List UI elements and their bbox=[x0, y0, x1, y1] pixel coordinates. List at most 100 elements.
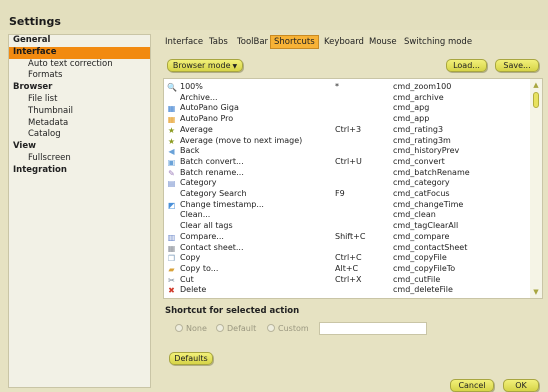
shortcut-row[interactable]: ✂ Cut Ctrl+X cmd_cutFile bbox=[164, 275, 530, 286]
ok-button[interactable]: OK bbox=[503, 379, 539, 392]
shortcut-row[interactable]: ❐ Copy Ctrl+C cmd_copyFile bbox=[164, 253, 530, 264]
sidebar-item-browser[interactable]: Browser bbox=[9, 82, 150, 94]
defaults-button[interactable]: Defaults bbox=[169, 352, 213, 365]
star-icon: ★ bbox=[167, 125, 176, 135]
compare-icon: ▥ bbox=[167, 232, 176, 242]
tab-interface[interactable]: Interface bbox=[162, 35, 206, 49]
shortcut-section-label: Shortcut for selected action bbox=[165, 306, 300, 316]
shortcut-row[interactable]: ▣ Batch convert... Ctrl+U cmd_convert bbox=[164, 157, 530, 168]
tab-tabs[interactable]: Tabs bbox=[206, 35, 231, 49]
delete-icon: ✖ bbox=[168, 286, 175, 296]
shortcut-row[interactable]: ▦ Contact sheet... cmd_contactSheet bbox=[164, 243, 530, 254]
tab-mouse[interactable]: Mouse bbox=[366, 35, 400, 49]
save-button[interactable]: Save... bbox=[495, 59, 539, 72]
action-shortcut: * bbox=[335, 82, 339, 91]
tab-shortcuts[interactable]: Shortcuts bbox=[270, 35, 319, 49]
action-command: cmd_cutFile bbox=[393, 274, 441, 284]
action-name: Back bbox=[180, 146, 200, 156]
cut-icon: ✂ bbox=[168, 275, 175, 285]
action-name: Contact sheet... bbox=[180, 242, 244, 252]
mode-select[interactable]: Browser mode ▼ bbox=[167, 59, 243, 72]
tab-toolbar[interactable]: ToolBar bbox=[234, 35, 271, 49]
title-bar: Settings bbox=[0, 0, 548, 30]
shortcut-row[interactable]: ✎ Batch rename... cmd_batchRename bbox=[164, 168, 530, 179]
sidebar-item-formats[interactable]: Formats bbox=[9, 70, 150, 82]
tab-keyboard[interactable]: Keyboard bbox=[321, 35, 367, 49]
action-name: AutoPano Giga bbox=[180, 103, 239, 113]
shortcut-row[interactable]: Clean... cmd_clean bbox=[164, 210, 530, 221]
shortcut-row[interactable]: Clear all tags cmd_tagClearAll bbox=[164, 221, 530, 232]
radio-custom[interactable]: Custom bbox=[267, 323, 309, 335]
action-command: cmd_batchRename bbox=[393, 167, 470, 177]
category-icon: ▤ bbox=[167, 179, 176, 189]
action-name: Archive... bbox=[180, 92, 218, 102]
scrollbar[interactable]: ▲ ▼ bbox=[530, 79, 542, 298]
shortcut-row[interactable]: ◩ Change timestamp... cmd_changeTime bbox=[164, 200, 530, 211]
sidebar-item-auto-text-correction[interactable]: Auto text correction bbox=[9, 59, 150, 71]
scroll-up-icon[interactable]: ▲ bbox=[530, 80, 542, 90]
action-name: Copy bbox=[180, 253, 201, 263]
window-title: Settings bbox=[9, 15, 61, 28]
shortcut-row[interactable]: ▰ Copy to... Alt+C cmd_copyFileTo bbox=[164, 264, 530, 275]
shortcuts-list[interactable]: 🔍 100% * cmd_zoom100 Archive... cmd_archive ▦ A… bbox=[163, 78, 543, 299]
action-name: Average (move to next image) bbox=[180, 135, 303, 145]
shortcut-row[interactable]: ★ Average Ctrl+3 cmd_rating3 bbox=[164, 125, 530, 136]
action-name: Clear all tags bbox=[180, 221, 233, 231]
action-command: cmd_compare bbox=[393, 231, 450, 241]
action-command: cmd_copyFileTo bbox=[393, 263, 456, 273]
action-name: Category Search bbox=[180, 189, 247, 198]
radio-none[interactable]: None bbox=[175, 323, 207, 335]
tab-switching-mode[interactable]: Switching mode bbox=[401, 35, 475, 49]
sidebar-item-file-list[interactable]: File list bbox=[9, 94, 150, 106]
action-shortcut: Ctrl+C bbox=[335, 253, 362, 263]
scroll-thumb[interactable] bbox=[533, 92, 539, 108]
chevron-down-icon: ▼ bbox=[232, 63, 238, 70]
action-command: cmd_changeTime bbox=[393, 199, 464, 209]
action-name: Category bbox=[180, 178, 217, 188]
settings-sidebar[interactable]: General Interface Auto text correction Form… bbox=[8, 34, 151, 388]
cancel-button[interactable]: Cancel bbox=[450, 379, 494, 392]
sidebar-item-integration[interactable]: Integration bbox=[9, 165, 150, 177]
action-name: Compare... bbox=[180, 231, 224, 241]
action-name: Batch convert... bbox=[180, 156, 244, 166]
shortcut-row[interactable]: ✖ Delete cmd_deleteFile bbox=[164, 285, 530, 296]
sidebar-item-interface[interactable]: Interface bbox=[9, 46, 150, 59]
timestamp-icon: ◩ bbox=[167, 200, 176, 210]
radio-circle-icon bbox=[267, 324, 275, 332]
action-shortcut: Ctrl+X bbox=[335, 274, 362, 284]
sidebar-item-metadata[interactable]: Metadata bbox=[9, 118, 150, 130]
action-name: Cut bbox=[180, 274, 194, 284]
action-command: cmd_catFocus bbox=[393, 189, 450, 198]
action-name: AutoPano Pro bbox=[180, 114, 234, 124]
shortcut-row[interactable]: ★ Average (move to next image) cmd_rating3… bbox=[164, 136, 530, 147]
shortcut-row[interactable]: ▦ AutoPano Pro cmd_app bbox=[164, 114, 530, 125]
scroll-down-icon[interactable]: ▼ bbox=[530, 287, 542, 297]
radio-custom-label: Custom bbox=[278, 324, 309, 333]
custom-shortcut-input[interactable] bbox=[319, 322, 427, 335]
radio-default-label: Default bbox=[227, 324, 257, 333]
shortcut-row[interactable]: Archive... cmd_archive bbox=[164, 93, 530, 104]
sidebar-item-thumbnail[interactable]: Thumbnail bbox=[9, 106, 150, 118]
shortcut-row[interactable]: ▤ Category cmd_category bbox=[164, 178, 530, 189]
shortcut-row[interactable]: Category Search F9 cmd_catFocus bbox=[164, 189, 530, 200]
action-command: cmd_rating3m bbox=[393, 135, 451, 145]
action-shortcut: Ctrl+U bbox=[335, 156, 362, 166]
mode-select-label: Browser mode bbox=[172, 61, 231, 70]
radio-default[interactable]: Default bbox=[216, 323, 256, 335]
action-command: cmd_historyPrev bbox=[393, 146, 460, 156]
shortcut-row[interactable]: ◀ Back cmd_historyPrev bbox=[164, 146, 530, 157]
sidebar-item-general[interactable]: General bbox=[9, 35, 150, 47]
action-command: cmd_contactSheet bbox=[393, 242, 468, 252]
action-command: cmd_deleteFile bbox=[393, 285, 453, 295]
sidebar-item-fullscreen[interactable]: Fullscreen bbox=[9, 153, 150, 165]
sidebar-item-view[interactable]: View bbox=[9, 141, 150, 153]
zoom-icon: 🔍 bbox=[167, 83, 177, 92]
shortcut-row[interactable]: ▦ AutoPano Giga cmd_apg bbox=[164, 103, 530, 114]
shortcut-row[interactable]: 🔍 100% * cmd_zoom100 bbox=[164, 82, 530, 93]
load-button[interactable]: Load... bbox=[446, 59, 487, 72]
action-shortcut: Ctrl+3 bbox=[335, 124, 362, 134]
sidebar-item-catalog[interactable]: Catalog bbox=[9, 129, 150, 141]
autopano-giga-icon: ▦ bbox=[167, 104, 176, 114]
action-shortcut: Shift+C bbox=[335, 231, 366, 241]
shortcut-row[interactable]: ▥ Compare... Shift+C cmd_compare bbox=[164, 232, 530, 243]
